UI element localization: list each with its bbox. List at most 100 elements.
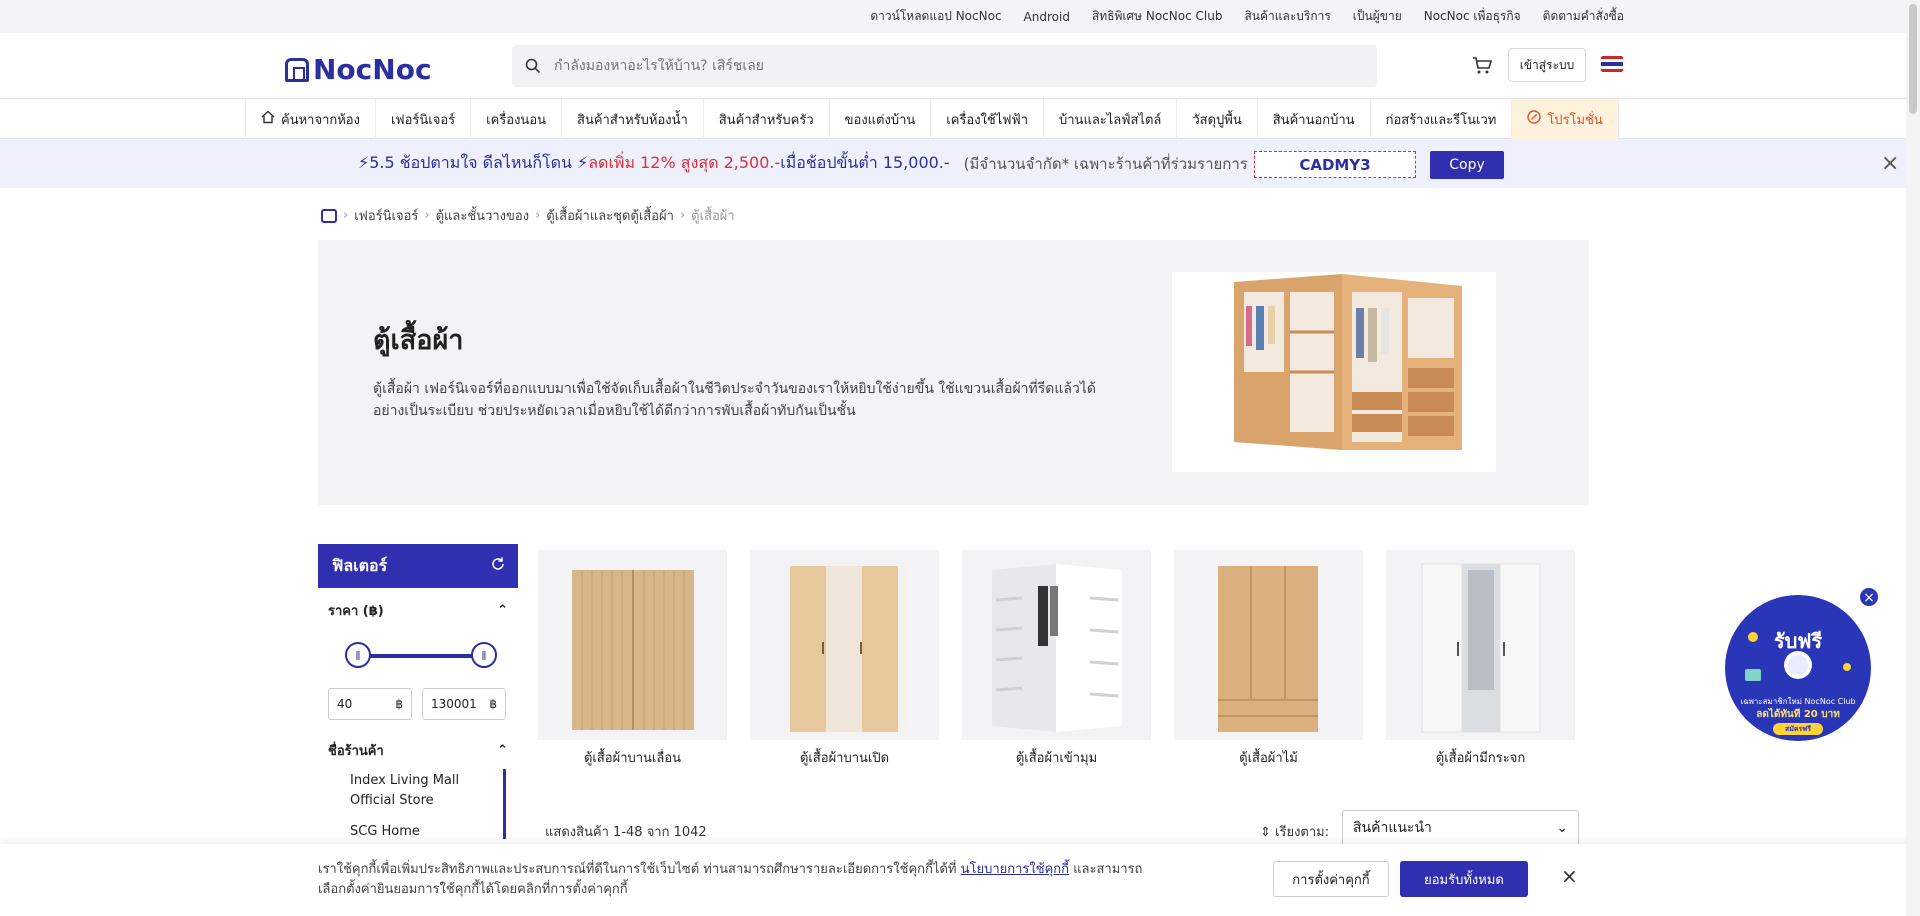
price-slider-max-handle[interactable]: ǁ xyxy=(471,642,497,668)
promo-part-1: ⚡5.5 ช้อปตามใจ ดีลไหนก็โดน ⚡ xyxy=(358,153,589,172)
category-nav: ค้นหาจากห้อง เฟอร์นิเจอร์ เครื่องนอน สิน… xyxy=(0,99,1920,139)
house-icon xyxy=(261,110,275,128)
category-bathroom[interactable]: สินค้าสำหรับห้องน้ำ xyxy=(562,99,704,139)
category-outdoor[interactable]: สินค้านอกบ้าน xyxy=(1258,99,1371,139)
price-slider-track[interactable] xyxy=(358,654,484,658)
breadcrumb-wardrobe-sets[interactable]: ตู้เสื้อผ้าและชุดตู้เสื้อผ้า xyxy=(546,205,674,226)
close-cookie-icon[interactable]: × xyxy=(1561,864,1578,888)
search-icon[interactable] xyxy=(512,45,554,87)
cookie-settings-button[interactable]: การตั้งค่าคุกกี้ xyxy=(1273,861,1389,897)
filter-header: ฟิลเตอร์ xyxy=(318,544,518,588)
close-banner-icon[interactable]: × xyxy=(1881,151,1899,176)
nocnoc-logo[interactable]: NocNoc xyxy=(285,53,432,86)
thai-flag-icon[interactable] xyxy=(1601,56,1623,72)
subcategory-card[interactable]: ตู้เสื้อผ้ามีกระจก xyxy=(1382,544,1579,777)
subcategory-card[interactable]: ตู้เสื้อผ้าบานเปิด xyxy=(746,544,943,777)
cart-icon[interactable] xyxy=(1470,53,1494,77)
promo-icon xyxy=(1527,110,1542,128)
wooden-wardrobe-image xyxy=(1174,550,1363,740)
chevron-up-icon: ⌃ xyxy=(497,742,508,758)
promo-banner-text[interactable]: ⚡5.5 ช้อปตามใจ ดีลไหนก็โดน ⚡ ลดเพิ่ม 12%… xyxy=(358,139,1258,188)
breadcrumb-cabinets[interactable]: ตู้และชั้นวางของ xyxy=(436,205,529,226)
subcategory-card[interactable]: ตู้เสื้อผ้าบานเลื่อน xyxy=(534,544,731,777)
chevron-right-icon: › xyxy=(535,208,541,223)
sliding-wardrobe-image xyxy=(538,550,727,740)
chevron-down-icon: ⌄ xyxy=(1556,820,1568,836)
category-kitchen[interactable]: สินค้าสำหรับครัว xyxy=(704,99,830,139)
seller-link[interactable]: เป็นผู้ขาย xyxy=(1353,7,1402,26)
filter-panel: ฟิลเตอร์ ราคา (฿) ⌃ ǁ ǁ 40 ฿ 130001 ฿ ชื… xyxy=(318,544,518,839)
hero-wardrobe-image xyxy=(1172,272,1496,472)
category-description: ตู้เสื้อผ้า เฟอร์นิเจอร์ที่ออกแบบมาเพื่อ… xyxy=(373,381,1096,419)
hinged-wardrobe-image xyxy=(750,550,939,740)
category-appliances[interactable]: เครื่องใช้ไฟฟ้า xyxy=(931,99,1044,139)
breadcrumb-current[interactable]: ตู้เสื้อผ้า xyxy=(691,205,735,226)
category-lifestyle[interactable]: บ้านและไลฟ์สไตล์ xyxy=(1044,99,1178,139)
cookie-message: เราใช้คุกกี้เพื่อเพิ่มประสิทธิภาพและประส… xyxy=(318,860,1158,900)
sort-value: สินค้าแนะนำ xyxy=(1353,820,1432,836)
chevron-right-icon: › xyxy=(679,208,686,223)
page-title: ตู้เสื้อผ้า xyxy=(373,325,464,356)
subcategory-name: ตู้เสื้อผ้าไม้ xyxy=(1239,751,1298,766)
track-order-link[interactable]: ติดตามคำสั่งซื้อ xyxy=(1543,7,1624,26)
home-icon[interactable] xyxy=(321,208,337,223)
badge-line-2: ลดได้ทันที 20 บาท xyxy=(1756,709,1840,720)
utility-bar: ดาวน์โหลดแอป NocNoc Android สิทธิพิเศษ N… xyxy=(0,0,1920,33)
promo-code: CADMY3 xyxy=(1254,151,1416,178)
club-link[interactable]: สิทธิพิเศษ NocNoc Club xyxy=(1092,7,1223,26)
search-input[interactable] xyxy=(554,58,1334,74)
main-header: NocNoc เข้าสู่ระบบ xyxy=(0,33,1920,99)
cookie-policy-link[interactable]: นโยบายการใช้คุกกี้ xyxy=(961,862,1069,877)
store-section-toggle[interactable]: ชื่อร้านค้า ⌃ xyxy=(328,739,508,761)
business-link[interactable]: NocNoc เพื่อธุรกิจ xyxy=(1424,7,1521,26)
subcategory-name: ตู้เสื้อผ้ามีกระจก xyxy=(1435,751,1526,766)
subcategory-card[interactable]: ตู้เสื้อผ้าเข้ามุม xyxy=(958,544,1155,777)
reset-filter-icon[interactable] xyxy=(490,556,506,576)
category-furniture[interactable]: เฟอร์นิเจอร์ xyxy=(376,99,472,139)
android-link[interactable]: Android xyxy=(1024,10,1070,24)
category-label: โปรโมชั่น xyxy=(1547,112,1603,128)
sort-dropdown[interactable]: สินค้าแนะนำ ⌄ xyxy=(1342,810,1579,846)
corner-wardrobe-image xyxy=(962,550,1151,740)
chevron-up-icon: ⌃ xyxy=(497,602,508,618)
store-label: ชื่อร้านค้า xyxy=(328,743,384,759)
subcategory-card[interactable]: ตู้เสื้อผ้าไม้ xyxy=(1170,544,1367,777)
price-max-input[interactable]: 130001 ฿ xyxy=(422,688,506,720)
price-section-toggle[interactable]: ราคา (฿) ⌃ xyxy=(328,599,508,621)
currency-symbol: ฿ xyxy=(395,697,403,711)
price-max-value: 130001 xyxy=(431,697,477,711)
page-scrollbar[interactable] xyxy=(1906,0,1920,916)
club-promo-badge[interactable]: รับฟรี เฉพาะสมาชิกใหม่ NocNoc Club ลดได้… xyxy=(1725,595,1871,741)
category-decor[interactable]: ของแต่งบ้าน xyxy=(830,99,932,139)
sort-label: ⇕ เรียงตาม: xyxy=(1260,825,1330,840)
category-renovation[interactable]: ก่อสร้างและรีโนเวท xyxy=(1371,99,1513,139)
promo-note: (มีจำนวนจำกัด* เฉพาะร้านค้าที่ร่วมรายการ… xyxy=(963,154,1259,173)
subcategory-name: ตู้เสื้อผ้าบานเลื่อน xyxy=(583,751,682,766)
store-option-index-living[interactable]: Index Living Mall Official Store xyxy=(330,771,498,811)
scrollbar-thumb[interactable] xyxy=(1909,4,1917,114)
badge-cta: สมัครฟรี xyxy=(1773,723,1823,735)
currency-symbol: ฿ xyxy=(489,697,497,711)
accept-all-cookies-button[interactable]: ยอมรับทั้งหมด xyxy=(1400,861,1528,897)
store-option-scg-home[interactable]: SCG Home xyxy=(330,822,498,842)
category-promotion[interactable]: โปรโมชั่น xyxy=(1512,99,1619,139)
login-button[interactable]: เข้าสู่ระบบ xyxy=(1508,48,1586,82)
category-flooring[interactable]: วัสดุปูพื้น xyxy=(1177,99,1258,139)
home-logo-icon xyxy=(285,57,309,82)
search-bar[interactable] xyxy=(512,45,1377,87)
store-list-scrollbar[interactable] xyxy=(503,769,506,839)
chevron-right-icon: › xyxy=(424,208,430,223)
download-app-text: ดาวน์โหลดแอป NocNoc xyxy=(870,9,1002,23)
logo-text: NocNoc xyxy=(313,53,432,86)
category-shop-by-room[interactable]: ค้นหาจากห้อง xyxy=(245,99,376,139)
category-bedding[interactable]: เครื่องนอน xyxy=(471,99,563,139)
close-badge-icon[interactable]: × xyxy=(1858,586,1880,608)
result-count: แสดงสินค้า 1-48 จาก 1042 xyxy=(545,825,707,840)
price-min-input[interactable]: 40 ฿ xyxy=(328,688,412,720)
utility-links: ดาวน์โหลดแอป NocNoc Android สิทธิพิเศษ N… xyxy=(870,0,1624,33)
price-slider-min-handle[interactable]: ǁ xyxy=(345,642,371,668)
breadcrumb-furniture[interactable]: เฟอร์นิเจอร์ xyxy=(354,205,418,226)
category-label: ค้นหาจากห้อง xyxy=(281,112,360,128)
services-link[interactable]: สินค้าและบริการ xyxy=(1244,7,1330,26)
copy-code-button[interactable]: Copy xyxy=(1430,151,1504,179)
